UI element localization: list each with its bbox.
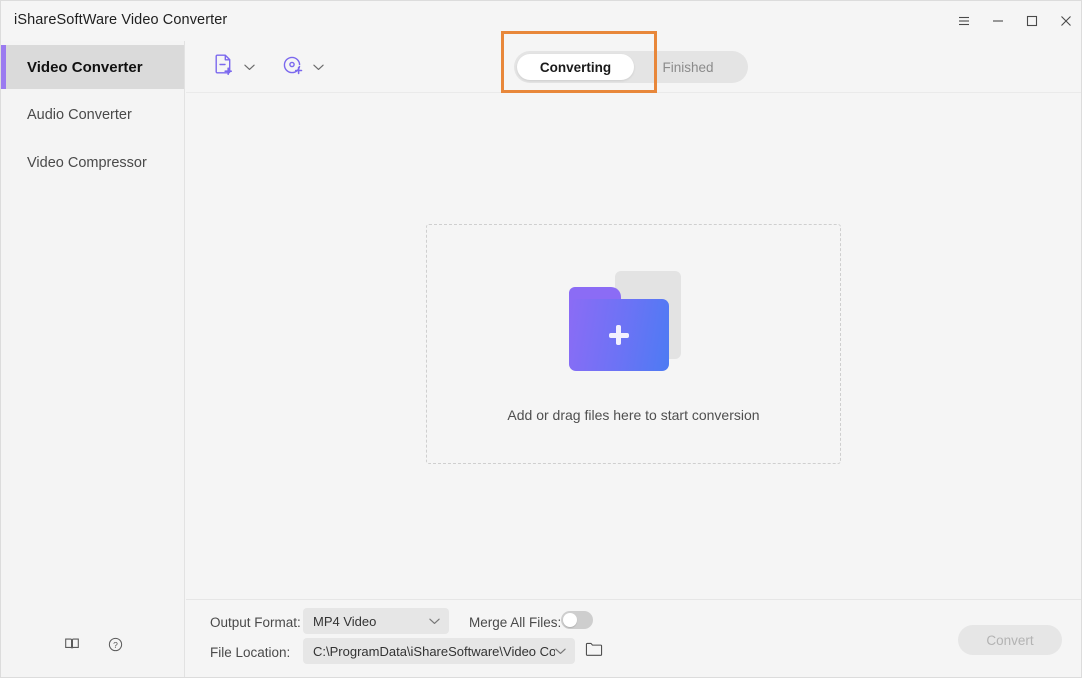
sidebar-item-video-compressor[interactable]: Video Compressor (1, 141, 184, 185)
output-format-value: MP4 Video (313, 613, 377, 629)
add-file-icon (214, 53, 236, 82)
tab-converting[interactable]: Converting (517, 54, 634, 80)
file-location-label: File Location: (210, 645, 291, 660)
add-dvd-button[interactable] (281, 51, 324, 83)
sidebar-item-label: Video Compressor (27, 155, 147, 171)
merge-all-files-label: Merge All Files: (469, 615, 562, 630)
toggle-knob (563, 613, 577, 627)
sidebar-item-video-converter[interactable]: Video Converter (1, 45, 184, 89)
sidebar-item-audio-converter[interactable]: Audio Converter (1, 93, 184, 137)
merge-all-files-toggle[interactable] (561, 611, 593, 629)
active-accent-bar (1, 45, 6, 89)
folder-icon (585, 641, 603, 662)
app-title: iShareSoftWare Video Converter (14, 12, 228, 28)
output-format-label: Output Format: (210, 615, 301, 630)
minimize-icon[interactable] (981, 1, 1015, 41)
output-format-select[interactable]: MP4 Video (303, 608, 449, 634)
add-file-button[interactable] (214, 51, 255, 83)
title-bar: iShareSoftWare Video Converter (1, 1, 1081, 41)
chevron-down-icon (555, 647, 566, 655)
browse-folder-button[interactable] (582, 639, 606, 663)
sidebar-item-label: Audio Converter (27, 107, 132, 123)
toolbar: Converting Finished (186, 41, 1081, 93)
plus-icon (606, 322, 632, 348)
maximize-icon[interactable] (1015, 1, 1049, 41)
window-controls (947, 1, 1081, 41)
app-window: iShareSoftWare Video Converter Video Con… (0, 0, 1082, 678)
bottom-bar: Output Format: MP4 Video Merge All Files… (186, 599, 1081, 677)
chevron-down-icon (429, 617, 440, 625)
file-dropzone[interactable]: Add or drag files here to start conversi… (426, 224, 841, 464)
sidebar-item-label: Video Converter (27, 58, 143, 76)
status-tab-group: Converting Finished (514, 51, 748, 83)
close-icon[interactable] (1049, 1, 1081, 41)
hamburger-menu-icon[interactable] (947, 1, 981, 41)
chevron-down-icon[interactable] (244, 63, 255, 71)
chevron-down-icon[interactable] (313, 63, 324, 71)
dropzone-caption: Add or drag files here to start conversi… (507, 407, 760, 423)
help-circle-icon[interactable]: ? (107, 636, 124, 653)
add-folder-icon (568, 257, 699, 377)
main-content: Add or drag files here to start conversi… (186, 93, 1081, 599)
convert-button[interactable]: Convert (958, 625, 1062, 655)
file-location-value: C:\ProgramData\iShareSoftware\Video Conv… (313, 643, 555, 659)
book-icon[interactable] (63, 635, 81, 653)
svg-text:?: ? (113, 639, 118, 649)
file-location-select[interactable]: C:\ProgramData\iShareSoftware\Video Conv… (303, 638, 575, 664)
sidebar: Video Converter Audio Converter Video Co… (1, 41, 185, 677)
sidebar-footer: ? (1, 635, 184, 653)
add-disc-icon (281, 53, 305, 82)
tab-finished[interactable]: Finished (634, 54, 742, 80)
